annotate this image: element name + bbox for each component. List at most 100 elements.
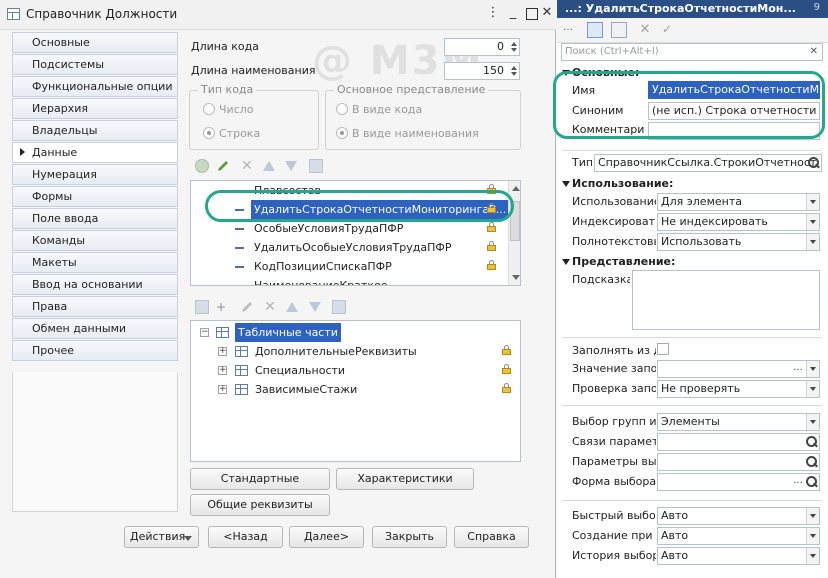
index-select[interactable]: Не индексировать bbox=[657, 213, 820, 231]
tree-item[interactable]: + ЗависимыеСтажи bbox=[191, 380, 520, 399]
check-fill-select[interactable]: Не проверять bbox=[657, 380, 820, 398]
close-icon[interactable]: ✕ bbox=[540, 6, 554, 20]
chevron-down-icon[interactable] bbox=[806, 381, 819, 397]
categorize-icon[interactable] bbox=[587, 22, 603, 38]
repr-as-name-radio[interactable]: В виде наименования bbox=[336, 127, 479, 140]
close-button[interactable]: Закрыть bbox=[372, 526, 447, 548]
name-length-input[interactable]: 150 bbox=[444, 62, 520, 80]
characteristics-button[interactable]: Характеристики bbox=[336, 468, 474, 490]
collapse-icon[interactable]: − bbox=[200, 328, 209, 337]
main-representation-group: Основное представление bbox=[325, 83, 521, 150]
expand-icon[interactable]: + bbox=[218, 347, 227, 356]
clear-icon[interactable] bbox=[806, 361, 819, 377]
chevron-down-icon[interactable] bbox=[806, 194, 819, 210]
code-type-string-radio[interactable]: Строка bbox=[203, 127, 260, 140]
move-down-icon[interactable] bbox=[285, 161, 297, 171]
choose-group-select[interactable]: Элементы bbox=[657, 413, 820, 431]
left-window-titlebar: Справочник Должности ⋮ _ ✕ bbox=[0, 0, 556, 30]
hint-field[interactable] bbox=[632, 270, 820, 330]
check-icon[interactable]: ✓ bbox=[659, 22, 675, 38]
properties-search-input[interactable]: Поиск (Ctrl+Alt+I) ✕ bbox=[561, 43, 823, 61]
standard-attributes-button[interactable]: Стандартные реквизиты bbox=[190, 468, 330, 505]
section-presentation[interactable]: Представление: bbox=[562, 255, 675, 268]
add-icon[interactable] bbox=[195, 159, 209, 173]
chevron-down-icon[interactable] bbox=[806, 528, 819, 544]
links-field[interactable] bbox=[657, 433, 820, 451]
help-button[interactable]: Справка bbox=[454, 526, 529, 548]
nav-item-data-exchange[interactable]: Обмен данными bbox=[12, 318, 178, 339]
add-table-icon[interactable] bbox=[195, 300, 209, 314]
code-type-number-radio[interactable]: Число bbox=[203, 103, 254, 116]
quick-choice-select[interactable]: Авто bbox=[657, 507, 820, 525]
expand-icon[interactable]: + bbox=[218, 366, 227, 375]
actions-button[interactable]: Действия bbox=[124, 526, 199, 548]
chevron-down-icon[interactable] bbox=[806, 548, 819, 564]
chevron-down-icon[interactable] bbox=[806, 234, 819, 250]
pencil-icon[interactable] bbox=[240, 300, 254, 314]
chevron-down-icon[interactable] bbox=[806, 508, 819, 524]
expand-icon[interactable]: + bbox=[218, 385, 227, 394]
fulltext-select[interactable]: Использовать bbox=[657, 233, 820, 251]
search-icon[interactable] bbox=[805, 435, 818, 449]
nav-item-hierarchy[interactable]: Иерархия bbox=[12, 98, 178, 119]
sort-icon[interactable] bbox=[309, 159, 323, 173]
sort-icon[interactable] bbox=[611, 22, 627, 38]
create-on-input-select[interactable]: Авто bbox=[657, 527, 820, 545]
next-button[interactable]: Далее> bbox=[289, 526, 364, 548]
section-usage[interactable]: Использование: bbox=[562, 177, 673, 190]
list-item[interactable]: КодПозицииСпискаПФР bbox=[191, 257, 509, 276]
nav-item-owners[interactable]: Владельцы bbox=[12, 120, 178, 141]
list-item[interactable]: УдалитьОсобыеУсловияТрудаПФР bbox=[191, 238, 509, 257]
move-up-icon[interactable] bbox=[263, 161, 275, 171]
search-icon[interactable] bbox=[807, 156, 820, 170]
repr-as-code-radio[interactable]: В виде кода bbox=[336, 103, 422, 116]
add-column-icon[interactable]: + bbox=[216, 300, 230, 314]
more-icon[interactable]: ... bbox=[791, 361, 805, 377]
nav-item-main[interactable]: Основные bbox=[12, 32, 178, 53]
nav-item-input-field[interactable]: Поле ввода bbox=[12, 208, 178, 229]
delete-icon[interactable]: ✕ bbox=[240, 159, 254, 173]
nav-item-rights[interactable]: Права bbox=[12, 296, 178, 317]
move-down-icon[interactable] bbox=[309, 302, 321, 312]
usage-select[interactable]: Для элемента bbox=[657, 193, 820, 211]
nav-item-input-based-on[interactable]: Ввод на основании bbox=[12, 274, 178, 295]
nav-item-data[interactable]: Данные bbox=[12, 142, 178, 163]
list-item[interactable]: НаименованиеКраткое bbox=[191, 276, 509, 285]
tree-root[interactable]: − Табличные части bbox=[191, 323, 520, 342]
clear-icon[interactable]: ✕ bbox=[810, 44, 818, 60]
history-select[interactable]: Авто bbox=[657, 547, 820, 565]
search-icon[interactable] bbox=[805, 455, 818, 469]
code-length-input[interactable]: 0 bbox=[444, 38, 520, 56]
minimize-icon[interactable]: _ bbox=[506, 6, 520, 20]
nav-item-numbering[interactable]: Нумерация bbox=[12, 164, 178, 185]
delete-icon[interactable]: ✕ bbox=[263, 300, 277, 314]
more-icon[interactable]: … bbox=[563, 22, 579, 38]
type-field[interactable]: СправочникСсылка.СтрокиОтчетност bbox=[594, 154, 822, 172]
tabular-parts-tree[interactable]: − Табличные части + ДополнительныеРеквиз… bbox=[190, 320, 521, 462]
nav-item-templates[interactable]: Макеты bbox=[12, 252, 178, 273]
fill-from-checkbox[interactable] bbox=[657, 343, 669, 355]
chevron-down-icon[interactable] bbox=[806, 214, 819, 230]
back-button[interactable]: <Назад bbox=[208, 526, 283, 548]
nav-item-subsystems[interactable]: Подсистемы bbox=[12, 54, 178, 75]
fill-value-field[interactable]: ... bbox=[657, 360, 820, 378]
nav-item-forms[interactable]: Формы bbox=[12, 186, 178, 207]
maximize-icon[interactable] bbox=[526, 8, 538, 20]
menu-icon[interactable]: ⋮ bbox=[486, 6, 500, 20]
nav-item-other[interactable]: Прочее bbox=[12, 340, 178, 361]
params-field[interactable] bbox=[657, 453, 820, 471]
common-attributes-button[interactable]: Общие реквизиты bbox=[190, 494, 330, 516]
search-icon[interactable] bbox=[805, 475, 818, 489]
nav-item-functional-options[interactable]: Функциональные опции bbox=[12, 76, 178, 97]
choice-form-field[interactable]: ... bbox=[657, 473, 820, 491]
move-up-icon[interactable] bbox=[286, 302, 298, 312]
tree-item[interactable]: + Специальности bbox=[191, 361, 520, 380]
tree-item[interactable]: + ДополнительныеРеквизиты bbox=[191, 342, 520, 361]
sort-icon[interactable] bbox=[332, 300, 346, 314]
close-icon[interactable]: ✕ bbox=[637, 22, 653, 38]
nav-item-commands[interactable]: Команды bbox=[12, 230, 178, 251]
chevron-down-icon[interactable] bbox=[806, 414, 819, 430]
more-icon[interactable]: ... bbox=[791, 474, 805, 490]
fill-value-label: Значение запол bbox=[572, 362, 656, 375]
pencil-icon[interactable] bbox=[216, 159, 230, 173]
